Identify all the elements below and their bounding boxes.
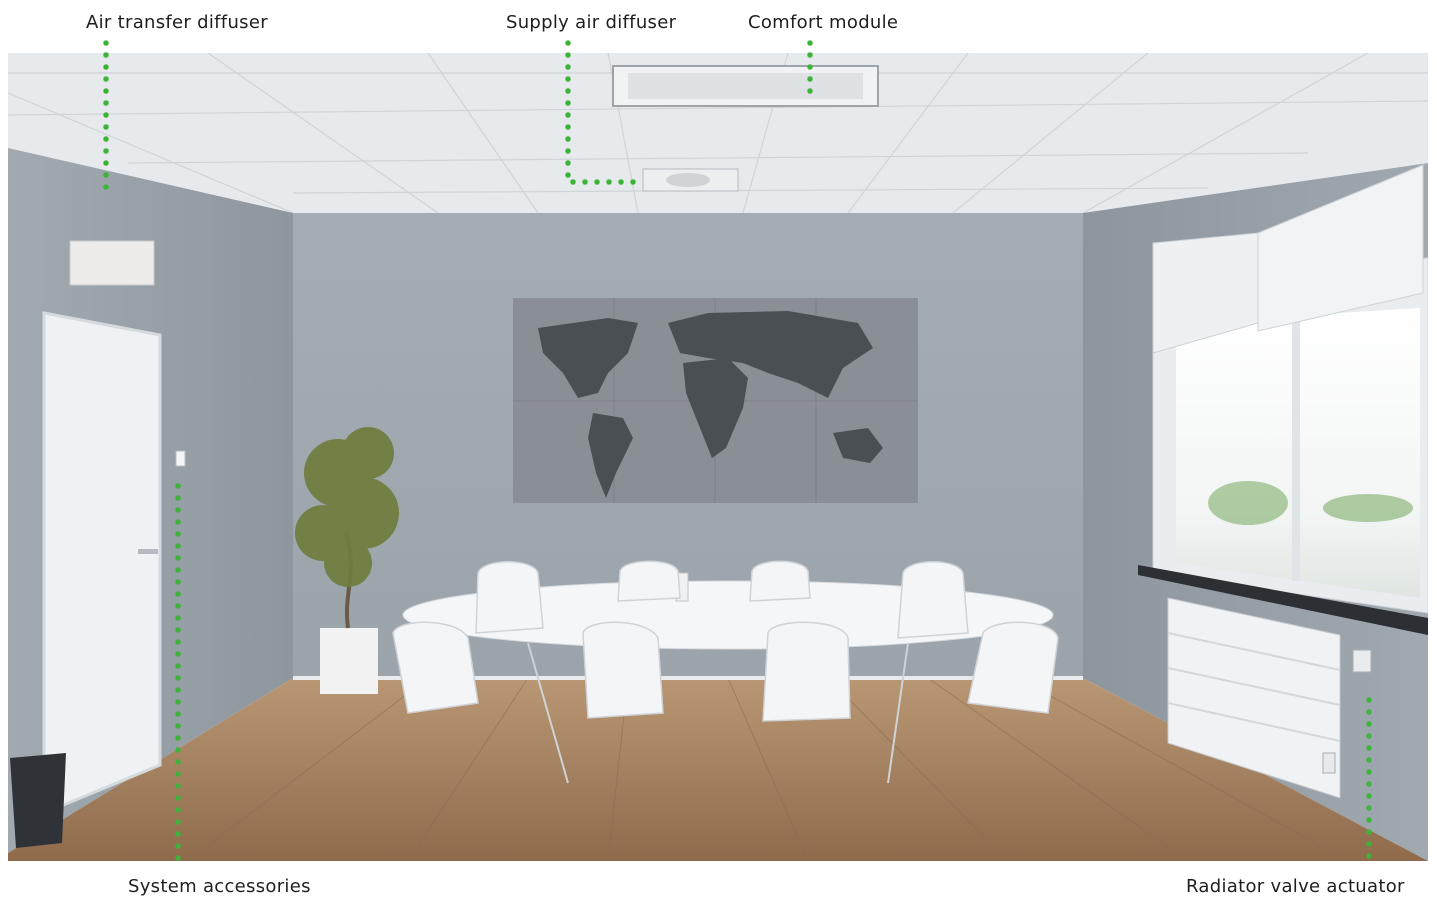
door (42, 311, 162, 816)
waste-basket (10, 753, 66, 848)
plant-pot (320, 628, 378, 694)
label-radiator-valve-actuator: Radiator valve actuator (1186, 876, 1405, 897)
label-supply-air-diffuser: Supply air diffuser (506, 12, 677, 33)
label-comfort-module: Comfort module (748, 12, 899, 33)
meeting-room-illustration (8, 53, 1428, 861)
radiator-valve (1322, 752, 1336, 774)
label-air-transfer-diffuser: Air transfer diffuser (86, 12, 268, 33)
label-system-accessories: System accessories (128, 876, 311, 897)
air-transfer-diffuser-unit (69, 240, 155, 286)
